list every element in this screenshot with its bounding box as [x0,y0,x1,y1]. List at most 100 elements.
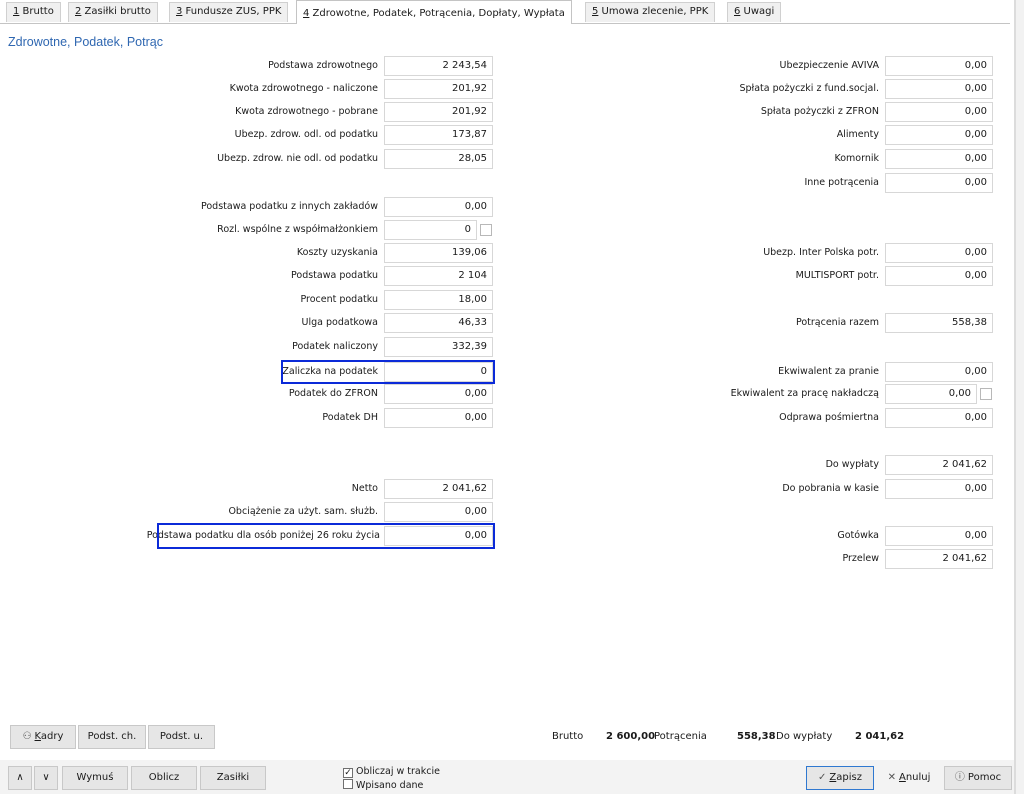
section-title: Zdrowotne, Podatek, Potrąc [8,35,163,49]
summary-do-wyplaty-value: 2 041,62 [855,731,905,742]
label-przelew: Przelew [842,553,879,564]
label-kwota-zdrowotnego-naliczone: Kwota zdrowotnego - naliczone [229,83,378,94]
field-inne-potracenia[interactable]: 0,00 [885,173,993,193]
label-inne-potracenia: Inne potrącenia [804,177,879,188]
chevron-down-icon: ∨ [42,772,50,783]
field-splata-fund-socjal[interactable]: 0,00 [885,79,993,99]
label-podstawa-ponizej-26: Podstawa podatku dla osób poniżej 26 rok… [146,530,380,541]
field-ulga-podatkowa[interactable]: 46,33 [384,313,493,333]
empty-checkbox-icon [343,779,353,789]
field-multisport[interactable]: 0,00 [885,266,993,286]
summary-brutto-label: Brutto [552,731,584,742]
label-kwota-zdrowotnego-pobrane: Kwota zdrowotnego - pobrane [235,106,378,117]
field-podatek-do-zfron[interactable]: 0,00 [384,384,493,404]
pomoc-button[interactable]: ⓘ Pomoc [944,766,1012,790]
label-odprawa-posmiertna: Odprawa pośmiertna [779,412,879,423]
field-obciazenie[interactable]: 0,00 [384,502,493,522]
field-splata-zfron[interactable]: 0,00 [885,102,993,122]
label-do-wyplaty: Do wypłaty [825,459,879,470]
field-ekwiwalent-pranie[interactable]: 0,00 [885,362,993,382]
close-icon: ✕ [887,772,896,783]
field-podstawa-zdrowotnego[interactable]: 2 243,54 [384,56,493,76]
field-koszty-uzyskania[interactable]: 139,06 [384,243,493,263]
label-gotowka: Gotówka [837,530,879,541]
label-netto: Netto [351,483,378,494]
tab-zdrowotne-podatek[interactable]: 4 Zdrowotne, Podatek, Potrącenia, Dopłat… [296,0,572,24]
summary-brutto-value: 2 600,00 [606,731,656,742]
label-obciazenie: Obciążenie za użyt. sam. służb. [228,506,378,517]
oblicz-button[interactable]: Oblicz [131,766,197,790]
field-do-pobrania[interactable]: 0,00 [885,479,993,499]
tab-fundusze-zus-ppk[interactable]: 3 Fundusze ZUS, PPK [169,2,289,22]
zasilki-button[interactable]: Zasiłki [200,766,266,790]
tab-umowa-zlecenie[interactable]: 5 Umowa zlecenie, PPK [585,2,716,22]
podst-ch-button[interactable]: Podst. ch. [78,725,146,749]
help-icon: ⓘ [954,772,965,783]
field-przelew[interactable]: 2 041,62 [885,549,993,569]
wymus-button[interactable]: Wymuś [62,766,128,790]
label-splata-zfron: Spłata pożyczki z ZFRON [760,106,879,117]
field-potracenia-razem[interactable]: 558,38 [885,313,993,333]
field-procent-podatku[interactable]: 18,00 [384,290,493,310]
scrollbar[interactable] [1016,0,1024,794]
field-inter-polska[interactable]: 0,00 [885,243,993,263]
field-rozl-wspolne[interactable]: 0 [384,220,477,240]
field-podstawa-ponizej-26[interactable]: 0,00 [384,526,493,546]
field-odprawa-posmiertna[interactable]: 0,00 [885,408,993,428]
label-procent-podatku: Procent podatku [300,294,378,305]
field-zaliczka-na-podatek[interactable]: 0 [384,362,493,382]
tab-bar: 1 Brutto 2 Zasiłki brutto 3 Fundusze ZUS… [0,0,1010,24]
label-ekwiwalent-praca: Ekwiwalent za pracę nakładczą [730,388,879,399]
field-ekwiwalent-praca[interactable]: 0,00 [885,384,977,404]
label-podstawa-podatku: Podstawa podatku [291,270,378,281]
label-alimenty: Alimenty [836,129,879,140]
tab-zasilki-brutto[interactable]: 2 Zasiłki brutto [68,2,158,22]
podst-u-button[interactable]: Podst. u. [148,725,215,749]
field-kwota-zdrowotnego-pobrane[interactable]: 201,92 [384,102,493,122]
label-splata-fund-socjal: Spłata pożyczki z fund.socjal. [739,83,879,94]
check-icon: ✓ [818,772,827,783]
label-ubezp-nie-odl: Ubezp. zdrow. nie odl. od podatku [217,153,378,164]
label-podatek-naliczony: Podatek naliczony [292,341,378,352]
label-potracenia-razem: Potrącenia razem [795,317,879,328]
label-komornik: Komornik [834,153,879,164]
summary-potracenia-label: Potrącenia [654,731,707,742]
summary-do-wyplaty-label: Do wypłaty [776,731,833,742]
chevron-up-button[interactable]: ∧ [8,766,32,790]
field-komornik[interactable]: 0,00 [885,149,993,169]
label-zaliczka-na-podatek: Zaliczka na podatek [282,366,378,377]
field-podstawa-inne[interactable]: 0,00 [384,197,493,217]
field-ubezp-nie-odl[interactable]: 28,05 [384,149,493,169]
label-podatek-dh: Podatek DH [322,412,378,423]
label-ekwiwalent-pranie: Ekwiwalent za pranie [778,366,879,377]
checkbox-obliczaj-w-trakcie[interactable]: ✓ Obliczaj w trakcie [343,766,440,778]
field-ubezpieczenie-aviva[interactable]: 0,00 [885,56,993,76]
label-podatek-do-zfron: Podatek do ZFRON [288,388,378,399]
chevron-down-button[interactable]: ∨ [34,766,58,790]
label-ubezpieczenie-aviva: Ubezpieczenie AVIVA [779,60,880,71]
tab-uwagi[interactable]: 6 Uwagi [727,2,782,22]
field-podatek-dh[interactable]: 0,00 [384,408,493,428]
label-ubezp-odl: Ubezp. zdrow. odl. od podatku [234,129,378,140]
tab-brutto[interactable]: 1 Brutto [6,2,61,22]
field-podstawa-podatku[interactable]: 2 104 [384,266,493,286]
checkbox-wpisano-dane[interactable]: Wpisano dane [343,779,423,791]
label-koszty-uzyskania: Koszty uzyskania [296,247,378,258]
people-icon: ⚇ [22,731,32,742]
checkbox-rozl-wspolne[interactable] [480,224,492,236]
field-podatek-naliczony[interactable]: 332,39 [384,337,493,357]
label-rozl-wspolne: Rozl. wspólne z współmałżonkiem [217,224,378,235]
field-alimenty[interactable]: 0,00 [885,125,993,145]
anuluj-button[interactable]: ✕ Anuluj [877,766,941,790]
field-netto[interactable]: 2 041,62 [384,479,493,499]
summary-potracenia-value: 558,38 [737,731,776,742]
label-multisport: MULTISPORT potr. [795,270,879,281]
field-do-wyplaty[interactable]: 2 041,62 [885,455,993,475]
checkmark-icon: ✓ [343,768,353,778]
kadry-button[interactable]: ⚇ Kadry [10,725,76,749]
field-gotowka[interactable]: 0,00 [885,526,993,546]
field-kwota-zdrowotnego-naliczone[interactable]: 201,92 [384,79,493,99]
field-ubezp-odl[interactable]: 173,87 [384,125,493,145]
checkbox-ekwiwalent-praca[interactable] [980,388,992,400]
zapisz-button[interactable]: ✓ Zapisz [806,766,874,790]
